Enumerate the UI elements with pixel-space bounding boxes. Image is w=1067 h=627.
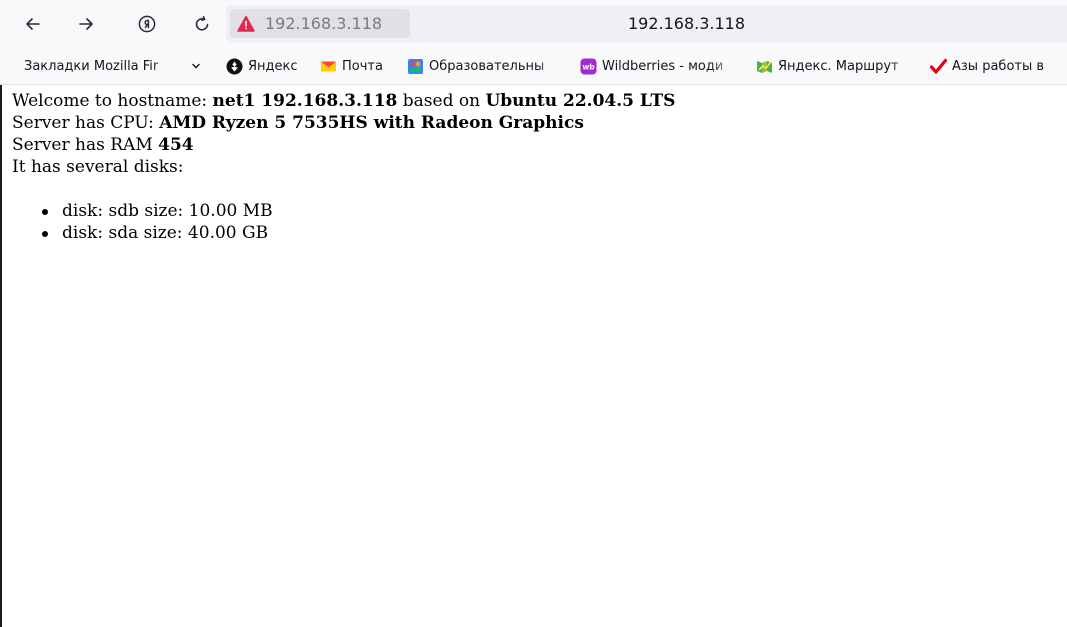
- list-item: disk: sdb size: 10.00 MB: [42, 200, 1067, 222]
- mail-icon: [321, 61, 336, 71]
- bookmark-mail[interactable]: Почта: [320, 54, 383, 78]
- hostname-value: net1 192.168.3.118: [212, 91, 398, 111]
- bookmark-yandex[interactable]: Яндекс: [226, 54, 298, 78]
- disk-text: disk: sdb size: 10.00 MB: [62, 201, 273, 221]
- cpu-prefix: Server has CPU:: [12, 113, 160, 133]
- chevron-down-icon: [192, 63, 200, 69]
- reload-button[interactable]: [186, 8, 218, 40]
- bookmark-education[interactable]: Образовательны: [407, 54, 567, 78]
- cpu-value: AMD Ryzen 5 7535HS with Radeon Graphics: [159, 113, 584, 133]
- disk-list: disk: sdb size: 10.00 MB disk: sda size:…: [12, 200, 1067, 244]
- address-bar[interactable]: 192.168.3.118 192.168.3.118: [226, 5, 1067, 42]
- ram-value: 454: [158, 135, 194, 155]
- bookmark-label: Яндекс. Маршрут: [778, 58, 899, 74]
- svg-text:wb: wb: [582, 62, 595, 71]
- url-text: 192.168.3.118: [627, 14, 746, 33]
- arrow-left-icon: [26, 18, 40, 30]
- bookmark-yandex-maps[interactable]: Яндекс. Маршрут: [756, 54, 918, 78]
- bookmark-label: Wildberries - моди: [602, 58, 724, 74]
- disk-text: disk: sda size: 40.00 GB: [62, 223, 269, 243]
- checkmark-icon: [930, 58, 947, 74]
- bullet-icon: [42, 209, 48, 215]
- welcome-line: Welcome to hostname: net1 192.168.3.118 …: [12, 90, 1067, 112]
- yandex-button[interactable]: [131, 8, 163, 40]
- list-item: disk: sda size: 40.00 GB: [42, 222, 1067, 244]
- bullet-icon: [42, 231, 48, 237]
- bookmark-label: Образовательны: [429, 58, 545, 74]
- education-icon: [408, 58, 423, 74]
- bookmarks-toolbar: Закладки Mozilla Fir Яндекс Почта Образо…: [0, 48, 1067, 85]
- navigation-toolbar: 192.168.3.118 192.168.3.118: [0, 0, 1067, 48]
- arrow-right-icon: [79, 18, 93, 30]
- page-content: Welcome to hostname: net1 192.168.3.118 …: [0, 85, 1067, 627]
- cpu-line: Server has CPU: AMD Ryzen 5 7535HS with …: [12, 112, 1067, 134]
- os-value: Ubuntu 22.04.5 LTS: [485, 91, 676, 111]
- forward-button[interactable]: [70, 8, 102, 40]
- wildberries-icon: wb: [580, 58, 597, 74]
- bookmark-wildberries[interactable]: wb Wildberries - моди: [580, 54, 740, 78]
- bookmark-azy[interactable]: Азы работы в: [930, 54, 1067, 78]
- back-button[interactable]: [17, 8, 49, 40]
- disks-heading: It has several disks:: [12, 157, 184, 177]
- bookmark-label: Закладки Mozilla Fir: [24, 58, 159, 74]
- bookmark-label: Азы работы в: [952, 58, 1045, 74]
- reload-icon: [195, 16, 209, 31]
- bookmark-label: Яндекс: [248, 58, 298, 74]
- yandex-maps-icon: [757, 60, 772, 73]
- yandex-logo-icon: [138, 15, 156, 33]
- bookmark-mozilla-folder[interactable]: Закладки Mozilla Fir: [24, 54, 214, 78]
- ram-line: Server has RAM 454: [12, 134, 1067, 156]
- ram-prefix: Server has RAM: [12, 135, 159, 155]
- bookmark-label: Почта: [342, 58, 383, 74]
- welcome-prefix: Welcome to hostname:: [12, 91, 213, 111]
- based-on-text: based on: [397, 91, 486, 111]
- yandex-icon: [226, 58, 243, 74]
